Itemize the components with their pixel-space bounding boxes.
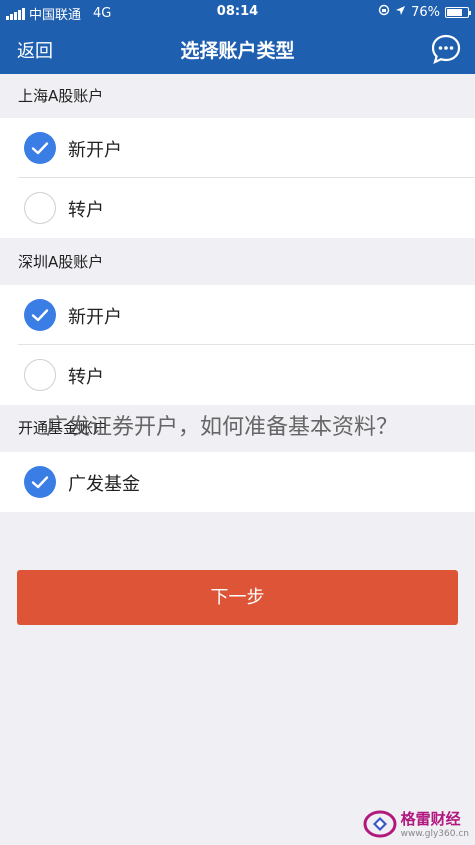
- radio-selected-icon[interactable]: [24, 299, 56, 331]
- nav-bar: 返回 选择账户类型: [0, 24, 475, 74]
- option-shenzhen-new-account[interactable]: 新开户: [0, 285, 475, 345]
- option-label: 转户: [68, 367, 104, 388]
- option-shanghai-new-account[interactable]: 新开户: [0, 118, 475, 178]
- radio-unselected-icon[interactable]: [24, 192, 56, 224]
- overlay-article-title: 广发证券开户，如何准备基本资料？: [46, 415, 399, 440]
- battery-percent: 76%: [411, 4, 440, 20]
- option-label: 广发基金: [68, 474, 140, 495]
- battery-icon: [445, 6, 471, 18]
- watermark-url: www.gly360.cn: [400, 829, 469, 839]
- option-shanghai-transfer[interactable]: 转户: [0, 178, 475, 238]
- watermark-name: 格雷财经: [400, 810, 461, 828]
- radio-selected-icon[interactable]: [24, 466, 56, 498]
- next-step-button[interactable]: 下一步: [17, 570, 458, 625]
- radio-selected-icon[interactable]: [24, 132, 56, 164]
- option-label: 新开户: [68, 307, 122, 328]
- watermark-logo-icon: [363, 809, 397, 839]
- radio-unselected-icon[interactable]: [24, 359, 56, 391]
- location-icon: [395, 5, 406, 20]
- option-gf-fund[interactable]: 广发基金: [0, 452, 475, 512]
- option-shenzhen-transfer[interactable]: 转户: [0, 345, 475, 405]
- chat-bubble-icon[interactable]: [430, 33, 462, 65]
- section-title-shanghai: 上海A股账户: [0, 74, 475, 118]
- section-title-shenzhen: 深圳A股账户: [0, 240, 475, 284]
- page-title: 选择账户类型: [180, 40, 295, 62]
- option-label: 转户: [68, 200, 104, 221]
- lock-rotation-icon: [378, 4, 390, 20]
- option-label: 新开户: [68, 140, 122, 161]
- watermark: 格雷财经 www.gly360.cn: [363, 808, 469, 839]
- status-bar: 中国联通 4G 08:14 76%: [0, 0, 475, 24]
